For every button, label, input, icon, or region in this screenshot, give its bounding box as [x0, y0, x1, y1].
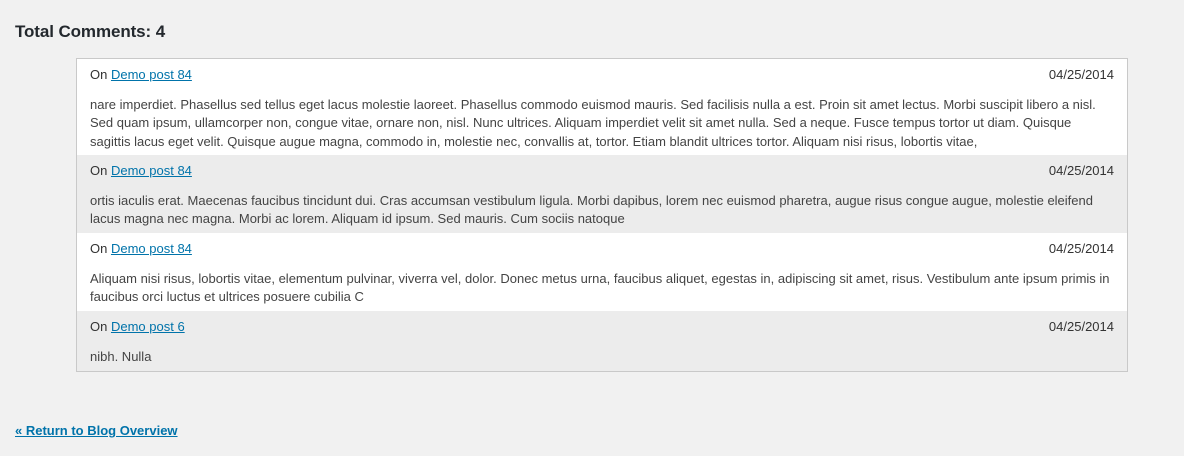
comment-meta: On Demo post 6 04/25/2014 [90, 318, 1114, 336]
comment-text: Aliquam nisi risus, lobortis vitae, elem… [90, 271, 1110, 305]
comment-post-link[interactable]: Demo post 6 [111, 319, 185, 334]
return-to-blog-overview-link[interactable]: « Return to Blog Overview [15, 423, 178, 438]
comment-item: On Demo post 6 04/25/2014 nibh. Nulla [77, 311, 1127, 371]
comment-text: nibh. Nulla [90, 349, 152, 364]
comment-item: On Demo post 84 04/25/2014 ortis iaculis… [77, 155, 1127, 233]
comment-date: 04/25/2014 [1048, 319, 1114, 334]
comment-meta: On Demo post 84 04/25/2014 [90, 240, 1114, 258]
comment-meta: On Demo post 84 04/25/2014 [90, 162, 1114, 180]
comment-post-link[interactable]: Demo post 84 [111, 163, 192, 178]
total-comments-heading: Total Comments: 4 [15, 22, 166, 41]
comments-list: On Demo post 84 04/25/2014 nare imperdie… [76, 58, 1128, 372]
comment-prefix: On [90, 163, 108, 178]
comment-item: On Demo post 84 04/25/2014 nare imperdie… [77, 59, 1127, 155]
comment-text: nare imperdiet. Phasellus sed tellus ege… [90, 97, 1096, 149]
comment-meta: On Demo post 84 04/25/2014 [90, 66, 1114, 84]
comment-prefix: On [90, 67, 108, 82]
comment-date: 04/25/2014 [1048, 163, 1114, 178]
blog-comments-page: Total Comments: 4 On Demo post 84 04/25/… [0, 0, 1184, 456]
comment-post-link[interactable]: Demo post 84 [111, 67, 192, 82]
comment-date: 04/25/2014 [1048, 241, 1114, 256]
comment-item: On Demo post 84 04/25/2014 Aliquam nisi … [77, 233, 1127, 311]
comment-post-link[interactable]: Demo post 84 [111, 241, 192, 256]
comment-date: 04/25/2014 [1048, 67, 1114, 82]
comment-prefix: On [90, 319, 108, 334]
comment-text: ortis iaculis erat. Maecenas faucibus ti… [90, 193, 1093, 227]
comment-prefix: On [90, 241, 108, 256]
